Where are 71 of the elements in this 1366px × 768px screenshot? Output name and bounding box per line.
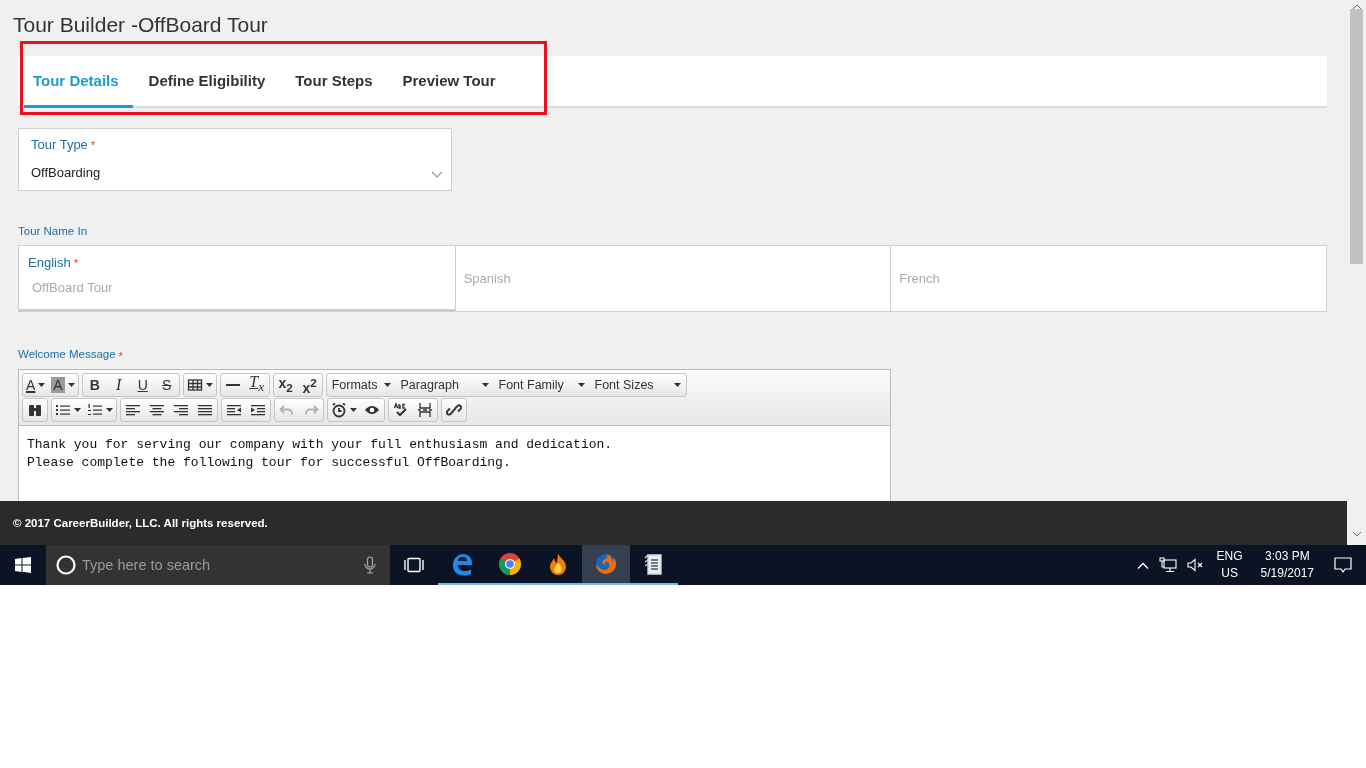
name-input-field[interactable]: English * OffBoard Tour <box>19 246 455 311</box>
align-justify-icon <box>197 402 213 418</box>
tour-type-select[interactable]: Tour Type * OffBoarding <box>18 128 452 191</box>
bullet-list-icon <box>55 402 71 418</box>
section-label: Tour Name In <box>18 225 89 239</box>
align-left-icon <box>125 402 141 418</box>
network-icon[interactable] <box>1158 557 1177 573</box>
table-icon <box>186 377 203 393</box>
notification-icon[interactable] <box>1334 556 1352 574</box>
required-mark: * <box>118 349 123 362</box>
text-color-button[interactable]: A <box>23 374 49 396</box>
clear-button[interactable]: T$_{x}$ <box>244 374 269 396</box>
message-text: Please complete the following tour for successful OffBoarding. <box>27 454 512 472</box>
task-view-icon <box>403 557 425 573</box>
fox-globe-icon <box>593 551 619 577</box>
spellcheck-icon <box>393 402 409 418</box>
required-mark: * <box>90 138 96 153</box>
muted-speaker-icon[interactable] <box>1186 558 1204 572</box>
placeholder-text: OffBoard Tour <box>32 280 113 295</box>
tab[interactable]: Preview Tour <box>388 56 510 108</box>
message-text: Thank you for serving our company with your full enthusiasm and dedication. <box>27 436 614 454</box>
italic-button[interactable]: I <box>106 374 131 396</box>
field-label: Tour Type <box>31 137 88 154</box>
redo-icon <box>303 402 319 418</box>
scroll-thumb[interactable] <box>1350 9 1363 264</box>
dropdown-button[interactable]: Font Sizes <box>589 374 686 396</box>
scroll-down-icon <box>1352 532 1361 537</box>
scrollbar[interactable] <box>1347 0 1366 545</box>
clock-icon <box>331 402 347 418</box>
placeholder-text: Spanish <box>463 271 511 286</box>
chevron-down-icon <box>431 171 443 178</box>
copyright-text: © 2017 CareerBuilder, LLC. All rights reserved. <box>13 517 268 529</box>
bold-button[interactable]: B <box>82 374 107 396</box>
taskbar-search-field[interactable]: Type here to search <box>46 545 390 585</box>
circle-icon <box>56 555 76 575</box>
sup-button[interactable]: x$^{2}$ <box>297 374 322 396</box>
section-label: Welcome Message <box>18 348 116 362</box>
required-mark: * <box>73 256 78 271</box>
caret-icon <box>673 383 681 387</box>
dropdown-button[interactable]: Formats <box>326 374 396 396</box>
language-indicator[interactable]: ENG US <box>1216 548 1243 582</box>
windows-logo-icon <box>15 557 31 573</box>
indent-icon <box>250 402 266 418</box>
page-break-icon <box>417 402 433 418</box>
microphone-icon[interactable] <box>364 556 376 574</box>
link-icon <box>446 402 462 418</box>
circle-logo-icon <box>497 551 523 577</box>
horizontal-line-icon <box>225 384 240 386</box>
align-center-icon <box>149 402 165 418</box>
chevron-up-icon[interactable] <box>1136 561 1149 569</box>
select-value: OffBoarding <box>31 165 101 180</box>
binoculars-icon <box>27 402 43 418</box>
outdent-icon <box>226 402 242 418</box>
bg-color-button[interactable]: A <box>48 374 78 396</box>
tab[interactable]: Define Eligibility <box>134 56 280 108</box>
clock[interactable]: 3:03 PM 5/19/2017 <box>1260 548 1314 582</box>
strike-button[interactable]: S <box>154 374 179 396</box>
dropdown-button[interactable]: Font Family <box>493 374 590 396</box>
caret-icon <box>481 383 489 387</box>
field-label: English <box>28 255 71 272</box>
page-title: Tour Builder -OffBoard Tour <box>13 12 269 38</box>
numbered-list-icon <box>87 402 103 418</box>
dropdown-button[interactable]: Paragraph <box>395 374 494 396</box>
align-right-icon <box>173 402 189 418</box>
placeholder-text: French <box>899 271 940 286</box>
caret-icon <box>383 383 391 387</box>
caret-icon <box>577 383 585 387</box>
tab[interactable]: Tour Steps <box>281 56 387 108</box>
underline-button[interactable]: U <box>130 374 155 396</box>
undo-icon <box>279 402 295 418</box>
sub-button[interactable]: x$_{2}$ <box>273 374 298 396</box>
